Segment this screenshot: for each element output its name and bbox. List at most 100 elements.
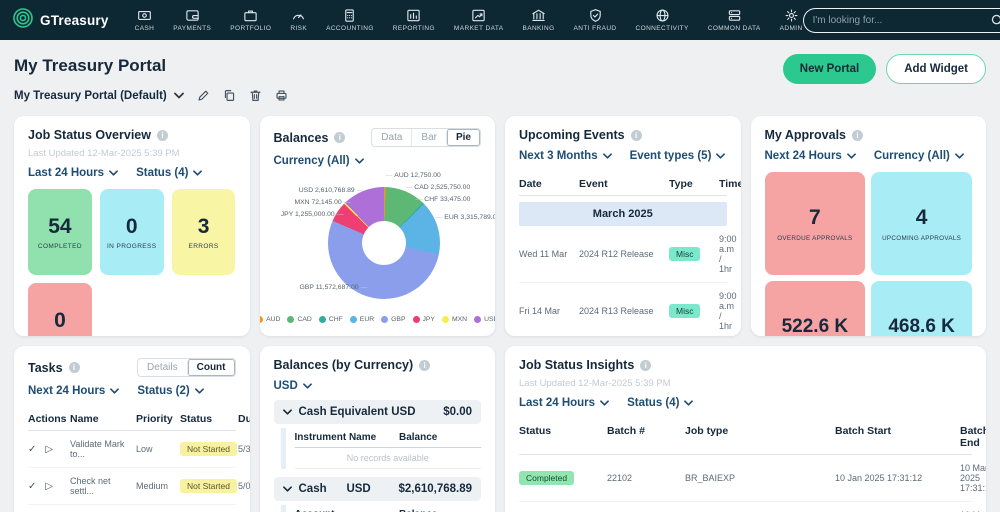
filter-currency-all-[interactable]: Currency (All) — [874, 150, 964, 162]
tile-completed[interactable]: 54 COMPLETED — [28, 189, 92, 275]
legend-gbp[interactable]: GBP — [381, 316, 406, 323]
nav-item-cash[interactable]: CASH — [135, 8, 155, 32]
view-data[interactable]: Data — [372, 129, 411, 146]
info-icon[interactable]: i — [640, 359, 652, 371]
tile-total-equivalent-usd-[interactable]: 522.6 KTOTAL EQUIVALENT (USD) — [764, 281, 866, 336]
filter-next-24-hours[interactable]: Next 24 Hours — [765, 150, 856, 162]
event-date: Fri 14 Mar — [519, 306, 561, 316]
filter-event-types-5-[interactable]: Event types (5) — [630, 150, 726, 162]
nav-item-reporting[interactable]: REPORTING — [393, 8, 435, 32]
widget-my-approvals: My Approvals i Next 24 Hours Currency (Al… — [750, 116, 986, 336]
task-due: 5/31/2022 — [238, 444, 250, 454]
filter-next-3-months[interactable]: Next 3 Months — [519, 150, 612, 162]
chevron-down-icon — [282, 483, 292, 495]
bbc-group-cash[interactable]: Cash USD $2,610,768.89 — [273, 477, 481, 501]
filter-usd[interactable]: USD — [274, 380, 312, 392]
filter-status-4-[interactable]: Status (4) — [627, 397, 694, 409]
info-icon[interactable]: i — [68, 362, 80, 373]
legend-usd[interactable]: USD — [474, 316, 495, 323]
filter-last-24-hours[interactable]: Last 24 Hours — [519, 397, 609, 409]
edit-icon[interactable] — [197, 89, 210, 102]
last-updated: Last Updated 12-Mar-2025 5:39 PM — [28, 148, 180, 159]
filter-label: Status (4) — [136, 167, 189, 179]
complete-task-icon[interactable]: ✓ — [28, 444, 36, 455]
nav-item-anti-fraud[interactable]: ANTI FRAUD — [574, 8, 617, 32]
filter-status-2-[interactable]: Status (2) — [137, 385, 204, 397]
event-row[interactable]: Wed 11 Mar 2024 R12 Release Misc 9:00 a.m /… — [519, 226, 737, 283]
filter-currency-all-[interactable]: Currency (All) — [274, 155, 364, 167]
tile-errors[interactable]: 3 ERRORS — [171, 189, 236, 275]
tile-total-equivalent-usd-[interactable]: 468.6 KTOTAL EQUIVALENT (USD) — [871, 281, 972, 336]
insight-row[interactable]: Completed22101BR_BAIEXP10 Jan 2025 17:27… — [519, 502, 986, 512]
info-icon[interactable]: i — [630, 129, 642, 141]
filter-status-4-[interactable]: Status (4) — [136, 167, 203, 179]
chevron-down-icon — [954, 150, 964, 162]
search-icon[interactable] — [990, 13, 1000, 28]
chevron-down-icon — [354, 155, 364, 167]
approvals-tiles: 7 OVERDUE APPROVALS 4 UPCOMING APPROVALS 522… — [764, 172, 972, 336]
legend-label: GBP — [391, 316, 406, 323]
nav-item-accounting[interactable]: ACCOUNTING — [326, 8, 374, 32]
tile-value: 7 — [809, 205, 821, 229]
tile-label: UPCOMING APPROVALS — [882, 234, 962, 242]
legend-jpy[interactable]: JPY — [412, 316, 435, 323]
filter-label: Status (2) — [137, 385, 190, 397]
market-data-icon — [471, 8, 486, 23]
info-icon[interactable]: i — [852, 129, 864, 141]
task-row[interactable]: ✓▷Validate Mark to...LowNot Started5/31/… — [28, 431, 250, 468]
trash-icon[interactable] — [249, 89, 262, 102]
view-bar[interactable]: Bar — [411, 129, 446, 146]
start-task-icon[interactable]: ▷ — [45, 444, 53, 455]
global-search[interactable] — [802, 7, 1000, 33]
legend-mxn[interactable]: MXN — [441, 316, 467, 323]
chevron-down-icon — [602, 150, 612, 162]
tile-overdue-approvals[interactable]: 7 OVERDUE APPROVALS — [764, 172, 866, 275]
nav-item-banking[interactable]: BANKING — [522, 8, 554, 32]
filter-label: Next 3 Months — [519, 150, 598, 162]
add-widget-button[interactable]: Add Widget — [886, 54, 986, 84]
nav-item-portfolio[interactable]: PORTFOLIO — [230, 8, 271, 32]
nav-item-admin[interactable]: ADMIN — [780, 8, 803, 32]
complete-task-icon[interactable]: ✓ — [28, 481, 36, 492]
copy-icon[interactable] — [223, 89, 236, 102]
legend-aud[interactable]: AUD — [259, 316, 280, 323]
legend-chf[interactable]: CHF — [318, 316, 343, 323]
event-row[interactable]: Fri 14 Mar 2024 R13 Release Misc 9:00 a.m /… — [519, 283, 737, 336]
bbc-group-total: $0.00 — [443, 406, 472, 418]
filter-next-24-hours[interactable]: Next 24 Hours — [28, 385, 120, 397]
nav-item-connectivity[interactable]: CONNECTIVITY — [636, 8, 689, 32]
legend-dot-chf — [318, 316, 326, 323]
info-icon[interactable]: i — [419, 359, 431, 371]
tasks-rows: ✓▷Validate Mark to...LowNot Started5/31/… — [28, 431, 250, 505]
info-icon[interactable]: i — [156, 129, 168, 141]
task-row[interactable]: ✓ ▷ Check net settl... Medium Not Started 5/0… — [28, 468, 250, 505]
insight-row[interactable]: Completed 22102 BR_BAIEXP 10 Jan 2025 17:31… — [519, 455, 986, 502]
legend-eur[interactable]: EUR — [349, 316, 375, 323]
brand-logo[interactable]: GTreasury — [12, 7, 109, 34]
print-icon[interactable] — [275, 89, 288, 102]
nav-item-risk[interactable]: RISK — [290, 8, 307, 32]
nav-item-payments[interactable]: PAYMENTS — [173, 8, 211, 32]
gtreasury-logo-icon — [12, 7, 34, 34]
filter-last-24-hours[interactable]: Last 24 Hours — [28, 167, 118, 179]
info-icon[interactable]: i — [334, 132, 346, 143]
view-details[interactable]: Details — [138, 359, 187, 376]
tile-failed[interactable]: 0FAILED — [28, 283, 92, 336]
nav-item-market-data[interactable]: MARKET DATA — [454, 8, 504, 32]
view-count[interactable]: Count — [186, 359, 235, 376]
search-input[interactable] — [812, 14, 984, 26]
portfolio-icon — [243, 8, 258, 23]
tile-in-progress[interactable]: 0 IN PROGRESS — [99, 189, 164, 275]
legend-cad[interactable]: CAD — [287, 316, 312, 323]
view-pie[interactable]: Pie — [445, 129, 480, 146]
bbc-group-cash-equivalent[interactable]: Cash Equivalent USD $0.00 — [273, 400, 481, 424]
bbc-filters: USD — [274, 380, 482, 392]
nav-item-common-data[interactable]: COMMON DATA — [708, 8, 761, 32]
new-portal-button[interactable]: New Portal — [782, 54, 877, 84]
portal-selector[interactable]: My Treasury Portal (Default) — [14, 90, 184, 102]
pie-label-usd: USD 2,610,768.89 — [284, 187, 364, 194]
top-nav: GTreasury CASH PAYMENTS PORTFOLIO RISK ACCOU… — [0, 0, 1000, 40]
tile-upcoming-approvals[interactable]: 4 UPCOMING APPROVALS — [871, 172, 972, 275]
legend-label: EUR — [359, 316, 375, 323]
start-task-icon[interactable]: ▷ — [45, 481, 53, 492]
